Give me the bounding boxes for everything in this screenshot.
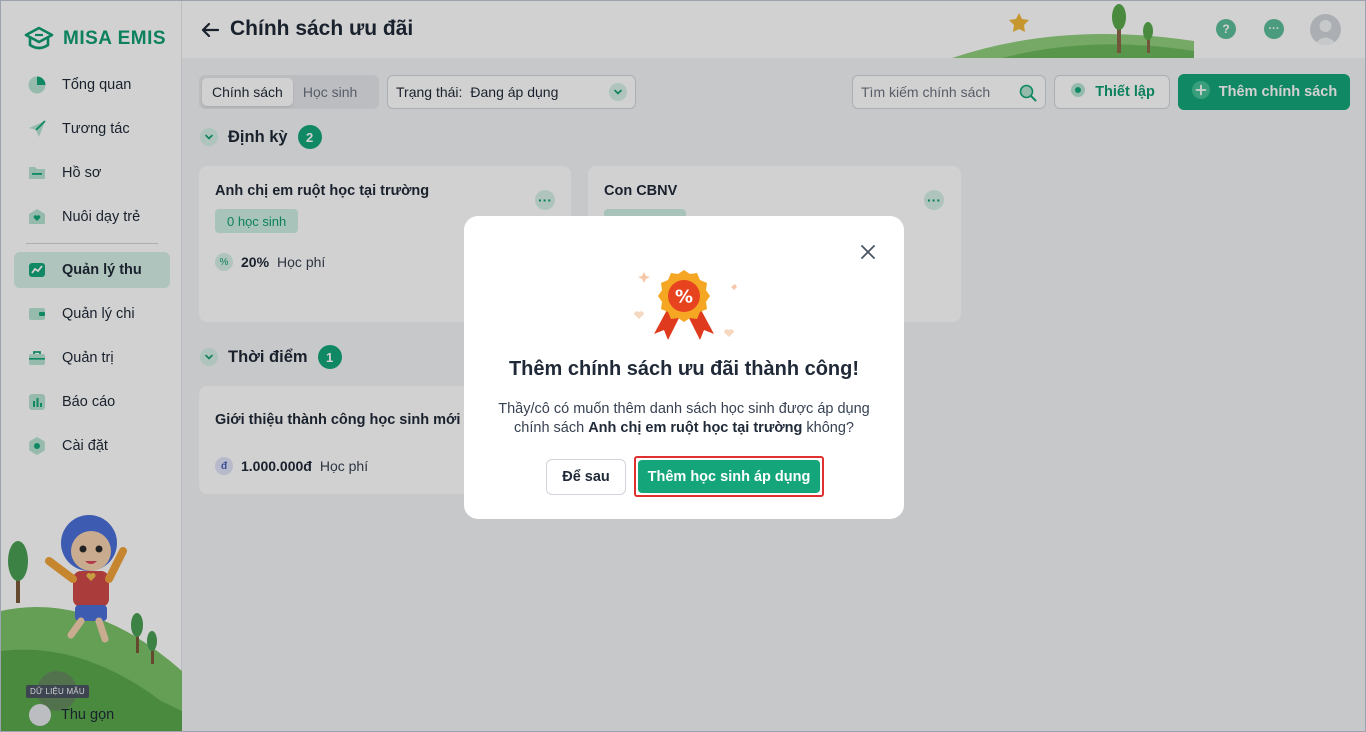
dialog-message-suffix: không? [806,420,854,436]
discount-badge-illustration: % [624,264,744,344]
dialog-message: Thầy/cô có muốn thêm danh sách học sinh … [484,400,884,438]
dialog-title: Thêm chính sách ưu đãi thành công! [508,358,860,380]
app-window: MISA EMIS Tổng quan Tương tác Hồ sơ Nuôi… [0,0,1366,732]
close-icon[interactable] [858,242,878,262]
add-students-button[interactable]: Thêm học sinh áp dụng [638,460,820,493]
later-button[interactable]: Để sau [546,459,626,495]
dialog-policy-name: Anh chị em ruột học tại trường [588,420,803,436]
add-students-button-highlight: Thêm học sinh áp dụng [634,456,824,497]
success-dialog: % Thêm chính sách ưu đãi thành công! Thầ… [464,216,904,519]
percent-badge-symbol: % [675,287,693,308]
